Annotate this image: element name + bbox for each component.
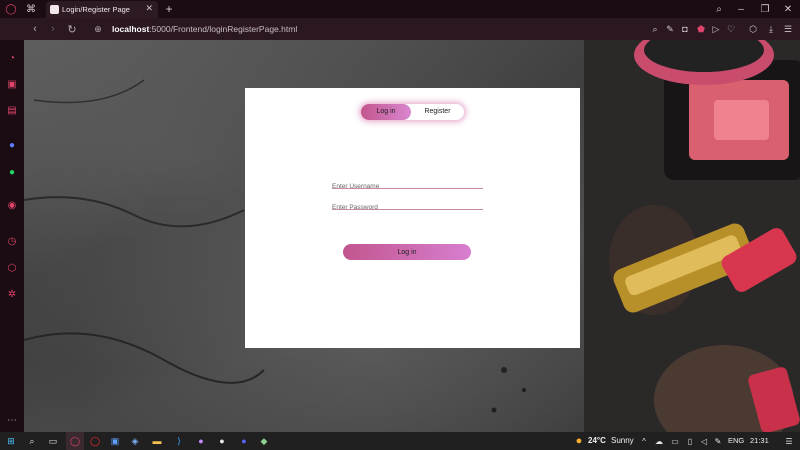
weather-temperature[interactable]: 24°C [588, 432, 606, 450]
cube-icon[interactable]: ⬡ [746, 18, 760, 40]
twitch-icon[interactable]: ▤ [4, 102, 20, 118]
minimize-icon[interactable]: – [734, 0, 748, 18]
url-host: localhost [112, 24, 150, 34]
url-path: :5000/Frontend/loginRegisterPage.html [149, 24, 298, 34]
windows-start-icon[interactable]: ⊞ [2, 432, 20, 450]
password-input[interactable] [332, 201, 483, 214]
search-icon[interactable]: ⌕ [648, 18, 662, 40]
search-icon[interactable]: ⌕ [23, 432, 41, 450]
file-explorer-icon[interactable]: ▬ [148, 432, 166, 450]
search-tabs-icon[interactable]: ⌕ [712, 0, 726, 18]
vpn-shield-icon[interactable]: ⬟ [694, 18, 708, 40]
site-info-icon[interactable]: ⊕ [91, 18, 105, 40]
settings-icon[interactable]: ✲ [4, 286, 20, 302]
tab-login-register[interactable]: Login/Register Page ✕ [46, 1, 158, 18]
username-field [332, 175, 483, 193]
sidebar: ◔ ▣ ▤ ● ● ◉ ◷ ⬡ ✲ ⋯ [0, 40, 24, 432]
username-input[interactable] [332, 180, 483, 193]
app-icon-2[interactable]: ● [213, 432, 231, 450]
login-button[interactable]: Log in [343, 244, 471, 260]
page-favicon-icon [50, 5, 59, 14]
close-tab-icon[interactable]: ✕ [145, 3, 153, 14]
whatsapp-icon[interactable]: ● [4, 164, 20, 180]
more-icon[interactable]: ⋯ [4, 412, 20, 428]
opera-taskbar-icon[interactable]: ◯ [86, 432, 104, 450]
login-register-toggle: Log in Register [361, 104, 464, 120]
speed-dial-icon[interactable]: ◔ [4, 50, 20, 66]
opera-menu-icon[interactable]: ◯ [4, 0, 18, 18]
easy-setup-icon[interactable]: ☰ [781, 18, 795, 40]
url-field[interactable]: localhost:5000/Frontend/loginRegisterPag… [112, 18, 297, 40]
task-view-icon[interactable]: ▭ [44, 432, 62, 450]
player-icon[interactable]: ◉ [4, 197, 20, 213]
tab-login[interactable]: Log in [361, 104, 411, 120]
app-icon-3[interactable]: ◆ [255, 432, 273, 450]
opera-gx-taskbar-icon[interactable]: ◯ [66, 432, 84, 450]
weather-condition[interactable]: Sunny [611, 432, 634, 450]
gaming-icon[interactable]: ⌘ [24, 0, 38, 18]
send-icon[interactable]: ▷ [709, 18, 723, 40]
edit-icon[interactable]: ✎ [663, 18, 677, 40]
back-icon[interactable]: ‹ [28, 18, 42, 40]
tab-register[interactable]: Register [411, 104, 464, 120]
github-icon[interactable]: ● [192, 432, 210, 450]
store-icon[interactable]: ▣ [4, 76, 20, 92]
language-indicator[interactable]: ENG [728, 432, 744, 450]
reload-icon[interactable]: ↻ [65, 18, 79, 40]
heart-icon[interactable]: ♡ [724, 18, 738, 40]
discord-icon[interactable]: ● [235, 432, 253, 450]
forward-icon[interactable]: › [46, 18, 60, 40]
vscode-icon[interactable]: ⟩ [170, 432, 188, 450]
login-register-card: Log in Register Log in [245, 88, 580, 348]
password-field [332, 196, 483, 214]
extensions-icon[interactable]: ⬡ [4, 260, 20, 276]
camera-icon[interactable]: ◘ [678, 18, 692, 40]
close-window-icon[interactable]: ✕ [781, 0, 795, 18]
clock[interactable]: 21:31 [750, 432, 769, 450]
photoshop-icon[interactable]: ▣ [106, 432, 124, 450]
sun-weather-icon[interactable]: ● [570, 432, 588, 450]
notifications-icon[interactable]: ☰ [780, 432, 798, 450]
pen-icon[interactable]: ✎ [709, 432, 727, 450]
new-tab-icon[interactable]: + [163, 0, 175, 18]
history-icon[interactable]: ◷ [4, 233, 20, 249]
messenger-icon[interactable]: ● [4, 137, 20, 153]
windows-taskbar: ⊞ ⌕ ▭ ◯ ◯ ▣ ◈ ▬ ⟩ ● ● ● ◆ ● 24°C Sunny ^… [0, 432, 800, 450]
download-icon[interactable]: ⤓ [764, 18, 778, 40]
app-icon[interactable]: ◈ [126, 432, 144, 450]
browser-title-bar: ◯ ⌘ Login/Register Page ✕ + ⌕ – ❐ ✕ [0, 0, 800, 18]
tab-title: Login/Register Page [62, 5, 130, 14]
restore-icon[interactable]: ❐ [758, 0, 772, 18]
